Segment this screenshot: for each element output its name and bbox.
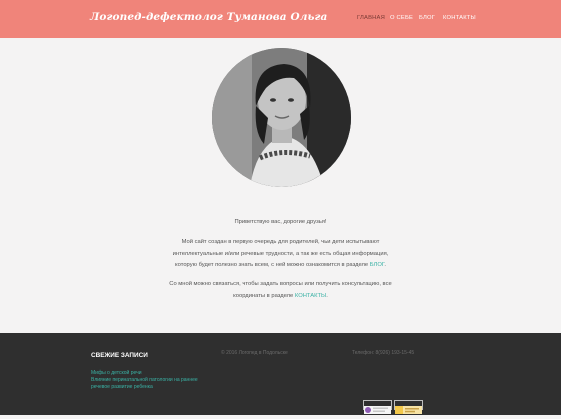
contacts-link[interactable]: КОНТАКТЫ (295, 293, 326, 299)
footer-phone: Телефон: 8(926) 193-15-45 (352, 350, 415, 356)
recent-posts-heading: СВЕЖИЕ ЗАПИСИ (91, 352, 148, 359)
footer-copyright: © 2016 Логопед в Подольске (221, 350, 288, 356)
yandex-metrika-counter-icon[interactable] (394, 400, 423, 414)
yandex-metrika-counter-bar-2 (405, 410, 415, 413)
blog-link[interactable]: БЛОГ (370, 262, 385, 268)
intro-p2-line-2: координаты в разделе КОНТАКТЫ. (140, 291, 421, 303)
nav-item-blog[interactable]: БЛОГ (419, 15, 435, 21)
recent-post-link-3[interactable]: речевое развитие ребенка (91, 384, 153, 391)
photo-light-wall (212, 48, 252, 187)
liveinternet-counter-logo (365, 407, 371, 413)
nav-item-about[interactable]: О СЕБЕ (390, 15, 413, 21)
main-nav: ГЛАВНАЯ О СЕБЕ БЛОГ КОНТАКТЫ (0, 15, 561, 25)
photo-eye-right (288, 98, 294, 102)
intro-p1-line-2: интеллектуальные и/или речевые трудности… (172, 250, 389, 257)
portrait-photo (212, 48, 351, 187)
intro-p1-line-3-end: . (384, 262, 386, 268)
recent-post-link-1[interactable]: Мифы о детской речи (91, 370, 142, 377)
intro-p2-line-2-end: . (326, 292, 328, 299)
intro-greeting: Приветствую вас, дорогие друзья! (234, 219, 327, 225)
liveinternet-counter-graphic (364, 406, 391, 414)
nav-item-contacts[interactable]: КОНТАКТЫ (443, 15, 476, 21)
intro-p1-line-3: которую будет полезно знать всем, с ней … (140, 260, 421, 272)
intro-paragraph-2: Со мной можно связаться, чтобы задать во… (140, 279, 421, 302)
site-footer: СВЕЖИЕ ЗАПИСИ Мифы о детской речи Влияни… (0, 333, 561, 415)
intro-p1-line-1: Мой сайт создан в первую очередь для род… (181, 239, 380, 245)
yandex-metrika-counter-graphic (395, 406, 422, 414)
intro-p2-line-1: Со мной можно связаться, чтобы задать во… (169, 281, 392, 287)
intro-p2-line-2-text: координаты в разделе (233, 292, 295, 299)
recent-post-link-2[interactable]: Влияние перинатальной патологии на ранне… (91, 377, 198, 384)
liveinternet-counter-bar-2 (373, 410, 385, 412)
liveinternet-counter-bar-1 (373, 407, 388, 409)
intro-p1-line-3-text: которую будет полезно знать всем, с ней … (175, 262, 370, 268)
nav-item-home[interactable]: ГЛАВНАЯ (357, 15, 385, 21)
photo-eye-left (270, 98, 276, 102)
yandex-metrika-counter-logo (395, 406, 403, 414)
yandex-metrika-counter-bar-1 (405, 408, 419, 410)
site-header: Логопед-дефектолог Туманова Ольга ГЛАВНА… (0, 0, 561, 38)
liveinternet-counter-icon[interactable] (363, 400, 392, 414)
portrait-illustration (212, 48, 351, 187)
intro-paragraph-1: Мой сайт создан в первую очередь для род… (140, 237, 421, 272)
